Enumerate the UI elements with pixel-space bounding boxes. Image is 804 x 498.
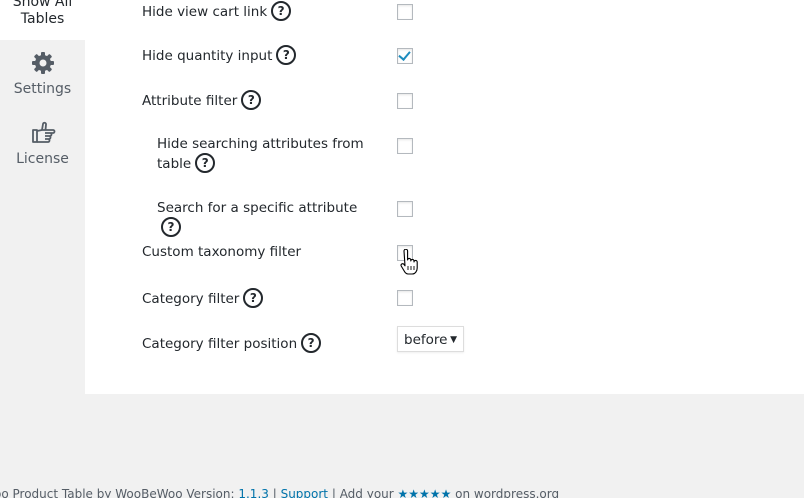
version-link[interactable]: 1.1.3 bbox=[238, 487, 269, 498]
select-value: before bbox=[404, 332, 448, 348]
sidebar-item-label: Tables bbox=[20, 11, 65, 27]
hand-cursor-icon bbox=[400, 249, 418, 275]
category-filter-checkbox[interactable] bbox=[397, 290, 413, 306]
page: Show All Tables Settings License Hide vi… bbox=[0, 0, 804, 498]
setting-label: Custom taxonomy filter bbox=[142, 244, 302, 260]
plugin-sidebar: Show All Tables Settings License bbox=[0, 0, 85, 394]
sidebar-item-show-all-tables[interactable]: Show All Tables bbox=[0, 0, 85, 40]
sidebar-item-settings[interactable]: Settings bbox=[0, 50, 85, 98]
support-link[interactable]: Support bbox=[281, 487, 328, 498]
sidebar-item-label: Show All bbox=[12, 0, 73, 10]
help-icon[interactable]: ? bbox=[301, 333, 322, 353]
setting-label: Attribute filter? bbox=[142, 90, 362, 111]
setting-label: Category filter? bbox=[142, 288, 362, 309]
plugin-footer: oo Product Table by WooBeWoo Version: 1.… bbox=[0, 487, 559, 498]
gear-icon bbox=[31, 52, 54, 74]
category-filter-position-select[interactable]: before ▼ bbox=[397, 326, 464, 352]
help-icon[interactable]: ? bbox=[161, 217, 181, 237]
thumb-right-icon bbox=[31, 121, 55, 143]
hide-view-cart-link-checkbox[interactable] bbox=[397, 4, 413, 20]
sidebar-item-label: License bbox=[16, 151, 69, 167]
hide-searching-attributes-checkbox[interactable] bbox=[397, 138, 413, 154]
sidebar-item-license[interactable]: License bbox=[0, 120, 85, 168]
setting-label: Hide searching attributes from table? bbox=[157, 136, 364, 173]
attribute-filter-checkbox[interactable] bbox=[397, 93, 413, 109]
settings-panel: Hide view cart link? Hide quantity input… bbox=[85, 0, 804, 394]
help-icon[interactable]: ? bbox=[271, 1, 292, 21]
setting-label: Category filter position? bbox=[142, 333, 362, 354]
sidebar-item-label: Settings bbox=[13, 81, 72, 97]
rating-stars-link[interactable]: ★★★★★ bbox=[398, 487, 452, 498]
help-icon[interactable]: ? bbox=[195, 153, 216, 173]
setting-label: Hide quantity input? bbox=[142, 45, 362, 66]
hide-quantity-input-checkbox[interactable] bbox=[397, 48, 413, 64]
setting-label: Hide view cart link? bbox=[142, 1, 362, 22]
help-icon[interactable]: ? bbox=[241, 90, 262, 110]
help-icon[interactable]: ? bbox=[243, 288, 264, 308]
setting-label: Search for a specific attribute? bbox=[157, 199, 372, 238]
dropdown-arrow-icon: ▼ bbox=[450, 335, 457, 345]
search-specific-attribute-checkbox[interactable] bbox=[397, 201, 413, 217]
help-icon[interactable]: ? bbox=[276, 45, 297, 65]
